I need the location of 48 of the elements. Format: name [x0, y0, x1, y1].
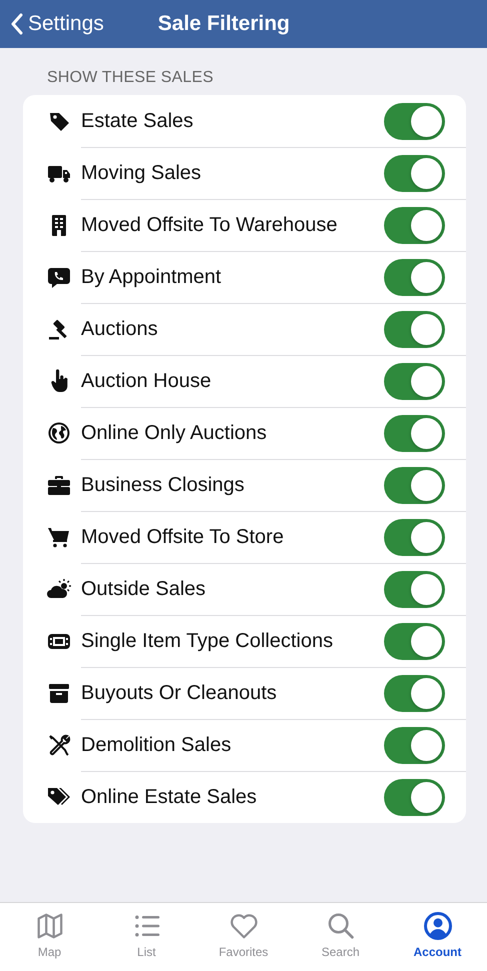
row-label: Online Estate Sales: [81, 786, 258, 809]
globe-icon: [47, 421, 71, 445]
row-label: Business Closings: [81, 474, 246, 497]
toggle-switch[interactable]: [384, 467, 445, 504]
chevron-left-icon: [10, 13, 24, 35]
phone-message-icon: [47, 265, 71, 289]
toggle-switch[interactable]: [384, 259, 445, 296]
row-label: Auction House: [81, 370, 212, 393]
back-button[interactable]: Settings: [10, 12, 104, 36]
map-icon: [34, 911, 64, 941]
screen-title: Sale Filtering: [158, 12, 290, 36]
heart-icon: [228, 911, 258, 941]
row-label: Moving Sales: [81, 162, 202, 185]
tab-item[interactable]: List: [98, 903, 195, 971]
cart-icon: [47, 525, 71, 549]
toggle-switch[interactable]: [384, 311, 445, 348]
tab-item[interactable]: Favorites: [195, 903, 292, 971]
row-label: Demolition Sales: [81, 734, 232, 757]
toggle-switch[interactable]: [384, 727, 445, 764]
row-label: Online Only Auctions: [81, 422, 268, 445]
toggle-switch[interactable]: [384, 415, 445, 452]
toggle-switch[interactable]: [384, 623, 445, 660]
toggle-switch[interactable]: [384, 779, 445, 816]
toggle-switch[interactable]: [384, 363, 445, 400]
row-label: Moved Offsite To Store: [81, 526, 285, 549]
section-header: SHOW THESE SALES: [46, 69, 215, 87]
tools-icon: [47, 733, 71, 757]
tab-item[interactable]: Map: [1, 903, 98, 971]
row-label: Moved Offsite To Warehouse: [81, 214, 338, 237]
row-label: Buyouts Or Cleanouts: [81, 682, 278, 705]
row-label: Outside Sales: [81, 578, 207, 601]
toggle-switch[interactable]: [384, 207, 445, 244]
tab-item[interactable]: Search: [292, 903, 389, 971]
tab-item[interactable]: Account: [389, 903, 486, 971]
row-label: Auctions: [81, 318, 159, 341]
row-label: Estate Sales: [81, 110, 194, 132]
toggle-switch[interactable]: [384, 155, 445, 192]
archive-box-icon: [47, 681, 71, 705]
row-label: Single Item Type Collections: [81, 630, 334, 653]
row-label: By Appointment: [81, 266, 222, 289]
toggle-switch[interactable]: [384, 571, 445, 608]
search-icon: [326, 911, 356, 941]
person-icon: [422, 911, 452, 941]
briefcase-icon: [47, 473, 71, 497]
toggle-switch[interactable]: [384, 675, 445, 712]
toggle-switch[interactable]: [384, 102, 445, 140]
cloud-sun-icon: [47, 577, 71, 601]
toggle-switch[interactable]: [384, 519, 445, 556]
